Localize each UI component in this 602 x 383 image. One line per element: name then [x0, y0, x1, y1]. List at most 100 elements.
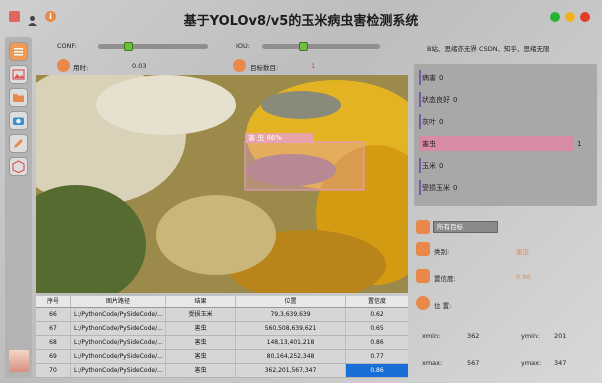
export-button[interactable] — [9, 157, 28, 176]
class-value: 害虫 — [516, 248, 529, 256]
box-icon — [12, 160, 25, 173]
chart-value-label: 0 — [439, 74, 443, 82]
conf-label: CONF: — [57, 42, 77, 50]
table-row[interactable]: 67 L:/PythonCode/PySideCode/... 害虫 560,5… — [36, 322, 408, 336]
close-button[interactable] — [580, 12, 590, 22]
xmin-value: 362 — [467, 332, 480, 340]
count-icon — [233, 59, 246, 72]
conf-slider[interactable] — [98, 42, 208, 51]
chart-bar — [419, 70, 421, 85]
cell-index: 69 — [36, 350, 71, 363]
chart-value-label: 0 — [439, 118, 443, 126]
chart-category-label: 灰叶 — [422, 117, 436, 126]
location-icon — [416, 296, 430, 310]
class-label: 类别: — [434, 248, 450, 256]
image-button[interactable] — [9, 65, 28, 84]
cell-position: 362,201,567,347 — [236, 364, 346, 377]
ymax-value: 347 — [554, 359, 567, 367]
target-list-icon — [416, 220, 430, 234]
confidence-icon — [416, 269, 430, 283]
cell-path: L:/PythonCode/PySideCode/... — [71, 350, 166, 363]
title-bar: i 基于YOLOv8/v5的玉米病虫害检测系统 — [0, 0, 602, 34]
cell-result: 害虫 — [166, 336, 236, 349]
results-table[interactable]: 序号 图片路径 结果 位置 置信度 66 L:/PythonCode/PySid… — [36, 296, 408, 378]
chart-bar — [419, 92, 421, 107]
detection-box — [244, 141, 365, 191]
table-row-selected[interactable]: 70 L:/PythonCode/PySideCode/... 害虫 362,2… — [36, 364, 408, 378]
chart-category-label: 玉米 — [422, 161, 436, 170]
class-count-chart-svg: 病害 0状态良好 0灰叶 0害虫 1玉米 0受损玉米 0 — [419, 70, 581, 195]
cell-result: 害虫 — [166, 364, 236, 377]
chart-bar — [419, 136, 574, 151]
folder-button[interactable] — [9, 88, 28, 107]
timer-icon — [57, 59, 70, 72]
ymax-label: ymax: — [521, 359, 542, 367]
maximize-button[interactable] — [550, 12, 560, 22]
cell-confidence: 0.62 — [370, 311, 384, 318]
chart-value-label: 0 — [453, 184, 457, 192]
confidence-value: 0.86 — [516, 273, 531, 281]
conf-slider-handle[interactable] — [124, 42, 133, 51]
detection-box-label: 害 虫 86% — [248, 134, 283, 142]
chart-value-label: 0 — [453, 96, 457, 104]
avatar[interactable] — [9, 350, 29, 372]
time-label: 用时: — [73, 64, 89, 72]
cell-result: 受损玉米 — [166, 308, 236, 321]
xmin-label: xmin: — [422, 332, 441, 340]
cell-position: 79,3,639,639 — [236, 308, 346, 321]
chart-category-label: 病害 — [422, 73, 436, 82]
edit-icon — [14, 139, 23, 148]
cell-position: 560,508,639,621 — [236, 322, 346, 335]
chart-bar — [419, 158, 421, 173]
chart-category-label: 受损玉米 — [422, 183, 450, 192]
app-window: i 基于YOLOv8/v5的玉米病虫害检测系统 CONF: IOU: B站、思绪… — [0, 0, 602, 383]
corn-photo — [36, 75, 408, 293]
cell-path: L:/PythonCode/PySideCode/... — [71, 322, 166, 335]
detection-info-panel: 所有目标 类别: 害虫 置信度: 0.86 位 置: xmin: 362 ymi… — [414, 214, 597, 378]
iou-slider[interactable] — [262, 42, 380, 51]
cell-index: 70 — [36, 364, 71, 377]
cell-confidence: 0.86 — [370, 339, 384, 346]
detection-image: 害 虫 86% — [36, 75, 408, 293]
table-row[interactable]: 69 L:/PythonCode/PySideCode/... 害虫 80,16… — [36, 350, 408, 364]
credit-text: B站、思绪亦无界 CSDN、知乎、思绪无限 — [427, 45, 550, 53]
cell-path: L:/PythonCode/PySideCode/... — [71, 364, 166, 377]
model-button[interactable] — [9, 134, 28, 153]
cell-path: L:/PythonCode/PySideCode/... — [71, 336, 166, 349]
cell-result: 害虫 — [166, 350, 236, 363]
cell-index: 67 — [36, 322, 71, 335]
table-row[interactable]: 66 L:/PythonCode/PySideCode/... 受损玉米 79,… — [36, 308, 408, 322]
xmax-value: 567 — [467, 359, 480, 367]
camera-button[interactable] — [9, 111, 28, 130]
chart-value-label: 0 — [439, 162, 443, 170]
table-row[interactable]: 68 L:/PythonCode/PySideCode/... 害虫 148,1… — [36, 336, 408, 350]
folder-icon — [13, 94, 24, 102]
ymin-value: 201 — [554, 332, 567, 340]
ymin-label: ymin: — [521, 332, 540, 340]
chart-value-label: 1 — [577, 140, 581, 148]
class-icon — [416, 242, 430, 256]
cell-position: 80,164,252,348 — [236, 350, 346, 363]
cell-confidence: 0.77 — [370, 353, 384, 360]
menu-icon — [14, 48, 23, 56]
cell-index: 68 — [36, 336, 71, 349]
cell-index: 66 — [36, 308, 71, 321]
minimize-button[interactable] — [565, 12, 575, 22]
chart-bar — [419, 114, 421, 129]
col-result: 结果 — [166, 296, 236, 307]
count-value: 1 — [311, 62, 316, 70]
target-select[interactable]: 所有目标 — [433, 221, 498, 233]
time-value: 0.03 — [132, 62, 147, 70]
iou-slider-handle[interactable] — [299, 42, 308, 51]
col-index: 序号 — [36, 296, 71, 307]
cell-confidence: 0.65 — [370, 325, 384, 332]
cell-path: L:/PythonCode/PySideCode/... — [71, 308, 166, 321]
chart-bar — [419, 180, 421, 195]
confidence-label: 置信度: — [434, 275, 456, 283]
cell-confidence-selected: 0.86 — [346, 364, 408, 377]
image-icon — [12, 69, 25, 80]
position-label: 位 置: — [434, 302, 452, 310]
sidebar — [5, 37, 32, 378]
cell-position: 148,13,401,218 — [236, 336, 346, 349]
menu-button[interactable] — [9, 42, 28, 61]
